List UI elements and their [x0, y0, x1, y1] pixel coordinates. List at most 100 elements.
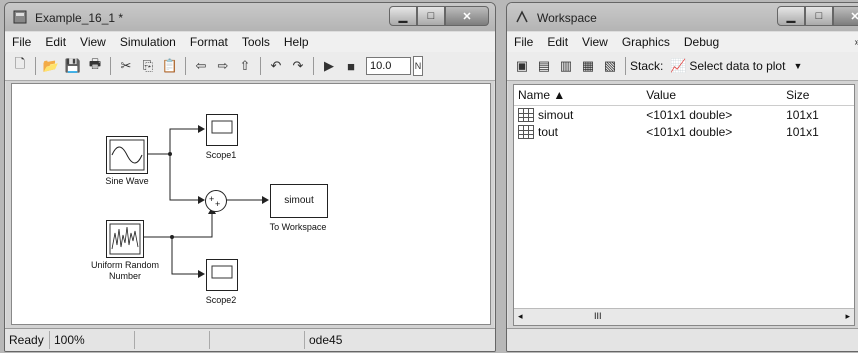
undo-icon[interactable]: ↶ [267, 57, 285, 75]
print-icon[interactable]: ▦ [579, 57, 597, 75]
simulink-icon [13, 10, 27, 24]
forward-arrow-icon[interactable]: ⇨ [214, 57, 232, 75]
table-row[interactable]: tout <101x1 double> 101x1 [514, 123, 854, 140]
stop-icon[interactable]: ■ [342, 57, 360, 75]
workspace-table: Name ▲ Value Size simout <101x1 double> … [513, 84, 855, 326]
sine-wave-label: Sine Wave [105, 176, 149, 186]
var-name: tout [538, 124, 559, 139]
matrix-icon [518, 124, 534, 139]
save-workspace-icon[interactable]: ▥ [557, 57, 575, 75]
select-data-to-plot[interactable]: Select data to plot [689, 59, 785, 73]
toolbar: 🗋 📂 💾 🖶 ✂ ⎘ 📋 ⇦ ⇨ ⇧ ↶ ↷ ▶ ■ 10.0 N [5, 52, 495, 81]
workspace-toolbar: ▣ ▤ ▥ ▦ ▧ Stack: 📈 Select data to plot ▼ [507, 52, 858, 81]
col-size[interactable]: Size [782, 88, 854, 102]
paste-icon[interactable]: 📋 [161, 57, 179, 75]
scroll-thumb[interactable]: III [594, 311, 602, 321]
uniform-random-label-2: Number [108, 271, 141, 281]
workspace-window: Workspace ▁ □ ✕ File Edit View Graphics … [506, 2, 858, 352]
new-variable-icon[interactable]: ▣ [513, 57, 531, 75]
menu-file[interactable]: File [507, 35, 540, 49]
menu-view[interactable]: View [575, 35, 615, 49]
copy-icon[interactable]: ⎘ [139, 57, 157, 75]
play-icon[interactable]: ▶ [320, 57, 338, 75]
menu-tools[interactable]: Tools [235, 35, 277, 49]
workspace-menu-bar: File Edit View Graphics Debug » [507, 31, 858, 52]
sine-wave-block[interactable] [106, 136, 148, 174]
menu-view[interactable]: View [73, 35, 113, 49]
title-bar[interactable]: Example_16_1 * ▁ □ ✕ [5, 3, 495, 31]
horizontal-scrollbar[interactable]: ◂ III ▸ [514, 308, 854, 325]
back-arrow-icon[interactable]: ⇦ [192, 57, 210, 75]
scope1-block[interactable] [206, 114, 238, 146]
status-zoom: 100% [50, 331, 135, 349]
to-workspace-block[interactable]: simout [270, 184, 328, 218]
var-size: 101x1 [786, 107, 819, 122]
menu-help[interactable]: Help [277, 35, 316, 49]
menu-edit[interactable]: Edit [540, 35, 575, 49]
separator [185, 57, 186, 75]
delete-icon[interactable]: ▧ [601, 57, 619, 75]
uniform-random-block[interactable] [106, 220, 144, 258]
scope-icon [211, 265, 233, 279]
model-canvas[interactable]: Sine Wave Scope1 + + simout To Workspace… [11, 83, 491, 325]
close-button[interactable]: ✕ [833, 6, 858, 26]
status-bar: Ready 100% ode45 [5, 328, 495, 351]
uniform-random-label-1: Uniform Random [90, 260, 160, 270]
menu-debug[interactable]: Debug [677, 35, 726, 49]
mode-dropdown-icon[interactable]: N [413, 56, 423, 76]
separator [35, 57, 36, 75]
table-header: Name ▲ Value Size [514, 85, 854, 106]
status-empty-1 [135, 331, 210, 349]
up-arrow-icon[interactable]: ⇧ [236, 57, 254, 75]
menu-format[interactable]: Format [183, 35, 235, 49]
status-ready: Ready [5, 331, 50, 349]
separator [260, 57, 261, 75]
col-value[interactable]: Value [642, 88, 782, 102]
maximize-button[interactable]: □ [417, 6, 445, 26]
scope2-label: Scope2 [205, 295, 237, 305]
table-row[interactable]: simout <101x1 double> 101x1 [514, 106, 854, 123]
plot-icon[interactable]: 📈 [669, 57, 687, 75]
open-folder-icon[interactable]: 📂 [42, 57, 60, 75]
close-button[interactable]: ✕ [445, 6, 489, 26]
workspace-status-bar [507, 328, 858, 351]
save-icon[interactable]: 💾 [64, 57, 82, 75]
col-name[interactable]: Name ▲ [514, 88, 642, 102]
signal-lines [142, 125, 269, 278]
menu-file[interactable]: File [5, 35, 38, 49]
separator [625, 57, 626, 75]
workspace-title-bar[interactable]: Workspace ▁ □ ✕ [507, 3, 858, 31]
menu-simulation[interactable]: Simulation [113, 35, 183, 49]
workspace-title: Workspace [537, 11, 597, 25]
status-solver: ode45 [309, 333, 343, 347]
stop-time-input[interactable]: 10.0 [366, 57, 411, 75]
maximize-button[interactable]: □ [805, 6, 833, 26]
var-value: <101x1 double> [646, 124, 733, 139]
menu-overflow-icon[interactable]: » [847, 37, 858, 48]
scroll-right-icon[interactable]: ▸ [845, 311, 850, 322]
var-name: simout [538, 107, 574, 122]
sum-plus-2: + [215, 199, 221, 209]
simout-block-text: simout [284, 195, 314, 206]
dropdown-arrow-icon[interactable]: ▼ [793, 61, 802, 71]
print-icon[interactable]: 🖶 [86, 56, 104, 75]
var-size: 101x1 [786, 124, 819, 139]
cut-icon[interactable]: ✂ [117, 57, 135, 75]
menu-bar: File Edit View Simulation Format Tools H… [5, 31, 495, 52]
sum-block[interactable]: + + [205, 190, 227, 212]
new-file-icon[interactable]: 🗋 [11, 56, 29, 75]
scope-icon [211, 120, 233, 134]
status-empty-2 [210, 331, 305, 349]
minimize-button[interactable]: ▁ [389, 6, 417, 26]
matlab-icon [516, 10, 528, 23]
import-data-icon[interactable]: ▤ [535, 57, 553, 75]
scroll-left-icon[interactable]: ◂ [518, 311, 523, 322]
menu-edit[interactable]: Edit [38, 35, 73, 49]
menu-graphics[interactable]: Graphics [615, 35, 677, 49]
separator [313, 57, 314, 75]
matrix-icon [518, 107, 534, 122]
redo-icon[interactable]: ↷ [289, 57, 307, 75]
separator [110, 57, 111, 75]
scope2-block[interactable] [206, 259, 238, 291]
minimize-button[interactable]: ▁ [777, 6, 805, 26]
